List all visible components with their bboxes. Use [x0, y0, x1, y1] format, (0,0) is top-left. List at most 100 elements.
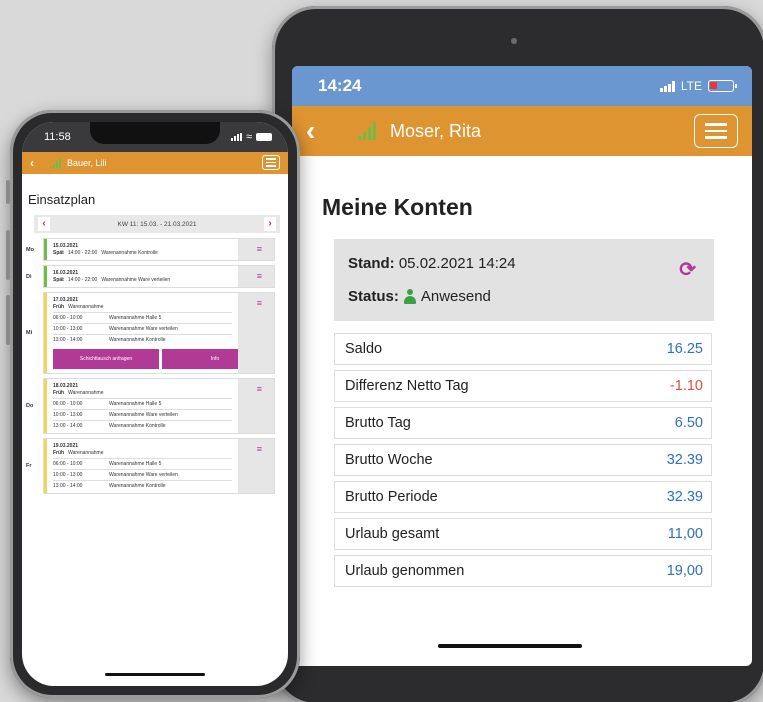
status-panel: Stand: 05.02.2021 14:24 Status: Anwesend… — [334, 239, 714, 321]
shift-sub-row: 06:00 - 10:00 Warenannahme Halle 5 — [53, 458, 232, 467]
sub-desc: Warenannahme Ware verteilen — [109, 326, 178, 332]
shift-desc: Warenannahme Kontrolle — [101, 250, 158, 256]
day-label: Do — [26, 403, 34, 409]
battery-icon — [708, 80, 737, 92]
sub-time: 06:00 - 10:00 — [53, 315, 83, 321]
day-row: Mo ≡ 15.03.2021 Spät 14:00 - 22:00 Warenannah… — [22, 239, 288, 260]
day-row: Mi ≡ 17.03.2021 Früh Warenannahme 06:00 - 10:… — [22, 293, 288, 373]
shift-card[interactable]: ≡ 15.03.2021 Spät 14:00 - 22:00 Warenannahme… — [44, 239, 274, 260]
shift-date: 19.03.2021 — [53, 443, 79, 449]
account-row[interactable]: Brutto Woche 32.39 — [334, 444, 712, 476]
hamburger-icon[interactable]: ≡ — [257, 298, 262, 308]
schedule-list: Mo ≡ 15.03.2021 Spät 14:00 - 22:00 Warenannah… — [22, 239, 288, 493]
sub-time: 10:00 - 13:00 — [53, 472, 83, 478]
hamburger-icon[interactable]: ≡ — [257, 444, 262, 454]
stand-label: Stand: — [348, 255, 395, 272]
account-row[interactable]: Urlaub genommen 19,00 — [334, 555, 712, 587]
chevron-left-icon[interactable]: ‹ — [38, 217, 50, 231]
shift-card[interactable]: ≡ 19.03.2021 Früh Warenannahme 06:00 - 10:00… — [44, 439, 274, 493]
user-name: Bauer, Lili — [67, 158, 107, 168]
day-row: Do ≡ 18.03.2021 Früh Warenannahme 06:00 - 10:… — [22, 379, 288, 433]
account-row[interactable]: Brutto Tag 6.50 — [334, 407, 712, 439]
shift-line: Früh Warenannahme — [53, 450, 232, 456]
account-value: 6.50 — [674, 415, 703, 431]
account-row[interactable]: Saldo 16.25 — [334, 333, 712, 365]
hamburger-icon[interactable]: ≡ — [257, 384, 262, 394]
phone-screen: 11:58 ≈ ‹ Bauer, Lili Einsatzplan ‹ KW 1… — [22, 122, 288, 686]
sub-desc: Warenannahme Kontrolle — [109, 423, 166, 429]
menu-button[interactable] — [262, 155, 280, 170]
hamburger-icon — [705, 123, 727, 126]
day-row: Fr ≡ 19.03.2021 Früh Warenannahme 06:00 - 10:… — [22, 439, 288, 493]
sub-time: 10:00 - 13:00 — [53, 326, 83, 332]
chevron-right-icon[interactable]: › — [263, 217, 276, 231]
shift-date: 15.03.2021 — [53, 243, 79, 249]
hamburger-icon[interactable]: ≡ — [257, 244, 262, 254]
account-label: Brutto Periode — [345, 489, 438, 505]
user-name: Moser, Rita — [390, 120, 482, 141]
shift-sub-row: 13:00 - 14:00 Warenannahme Kontrolle — [53, 420, 232, 429]
account-value: 32.39 — [666, 489, 703, 505]
menu-button[interactable] — [694, 114, 738, 148]
shift-swap-button[interactable]: Schichttausch anfragen — [53, 349, 159, 369]
stand-value: 05.02.2021 14:24 — [398, 255, 516, 272]
side-button — [6, 180, 10, 204]
sub-time: 06:00 - 10:00 — [53, 401, 83, 407]
account-value: -1.10 — [669, 378, 703, 394]
signal-strength-icon — [50, 158, 61, 168]
home-indicator[interactable] — [105, 673, 205, 676]
hamburger-icon[interactable]: ≡ — [257, 271, 262, 281]
account-value: 32.39 — [666, 452, 703, 468]
sub-desc: Warenannahme Halle 5 — [109, 315, 162, 321]
notch — [90, 122, 220, 144]
week-label: KW 11: 15.03. - 21.03.2021 — [117, 220, 197, 228]
shift-date: 16.03.2021 — [53, 270, 79, 276]
shift-sub-row: 10:00 - 13:00 Warenannahme Ware verteilen — [53, 409, 232, 418]
shift-desc: Warenannahme — [68, 304, 104, 310]
tablet-screen: 14:24 LTE ‹ Moser, Rita Meine Konten Sta… — [292, 66, 752, 666]
shift-type: Spät — [53, 250, 64, 256]
card-actions: Schichttausch anfragen Info — [53, 349, 268, 369]
tablet-device: 14:24 LTE ‹ Moser, Rita Meine Konten Sta… — [272, 6, 763, 702]
shift-type: Früh — [53, 390, 65, 396]
shift-card[interactable]: ≡ 16.03.2021 Spät 14:00 - 22:00 Warenannahme… — [44, 266, 274, 287]
sub-time: 13:00 - 14:00 — [53, 337, 83, 343]
account-value: 16.25 — [666, 341, 703, 357]
account-value: 19,00 — [666, 563, 703, 579]
account-label: Brutto Tag — [345, 415, 411, 431]
sub-desc: Warenannahme Ware verteilen — [109, 472, 178, 478]
side-button — [6, 230, 10, 280]
shift-type: Früh — [53, 304, 65, 310]
side-button — [6, 295, 10, 345]
refresh-icon[interactable]: ⟳ — [679, 257, 696, 282]
hamburger-icon — [266, 158, 276, 160]
card-side: ≡ — [238, 439, 274, 493]
shift-card[interactable]: ≡ 18.03.2021 Früh Warenannahme 06:00 - 10:00… — [44, 379, 274, 433]
account-label: Urlaub gesamt — [345, 526, 440, 542]
day-label: Mi — [26, 330, 33, 336]
back-icon[interactable]: ‹ — [306, 115, 330, 147]
account-row[interactable]: Urlaub gesamt 11,00 — [334, 518, 712, 550]
page-title: Meine Konten — [322, 194, 473, 220]
shift-line: Früh Warenannahme — [53, 390, 232, 396]
sub-desc: Warenannahme Halle 5 — [109, 461, 162, 467]
shift-line: Früh Warenannahme — [53, 304, 232, 310]
shift-sub-row: 13:00 - 14:00 Warenannahme Kontrolle — [53, 334, 232, 343]
status-bar: 11:58 ≈ — [22, 122, 288, 152]
shift-line: Spät 14:00 - 22:00 Warenannahme Kontrolle — [53, 250, 232, 256]
status-bar: 14:24 LTE — [292, 66, 752, 106]
shift-time: 14:00 - 22:00 — [67, 277, 98, 283]
shift-card[interactable]: ≡ 17.03.2021 Früh Warenannahme 06:00 - 10:00… — [44, 293, 274, 373]
day-label: Di — [26, 273, 32, 280]
shift-time: 14:00 - 22:00 — [67, 250, 98, 256]
account-row[interactable]: Differenz Netto Tag -1.10 — [334, 370, 712, 402]
shift-line: Spät 14:00 - 22:00 Warenannahme Ware verte… — [53, 277, 232, 283]
nav-bar: ‹ Moser, Rita — [292, 106, 752, 156]
account-row[interactable]: Brutto Periode 32.39 — [334, 481, 712, 513]
back-icon[interactable]: ‹ — [30, 156, 44, 170]
sub-desc: Warenannahme Kontrolle — [109, 337, 166, 343]
cellular-signal-icon — [659, 80, 675, 92]
status-time: 11:58 — [44, 131, 71, 143]
home-indicator[interactable] — [438, 644, 582, 648]
status-time: 14:24 — [318, 76, 362, 95]
